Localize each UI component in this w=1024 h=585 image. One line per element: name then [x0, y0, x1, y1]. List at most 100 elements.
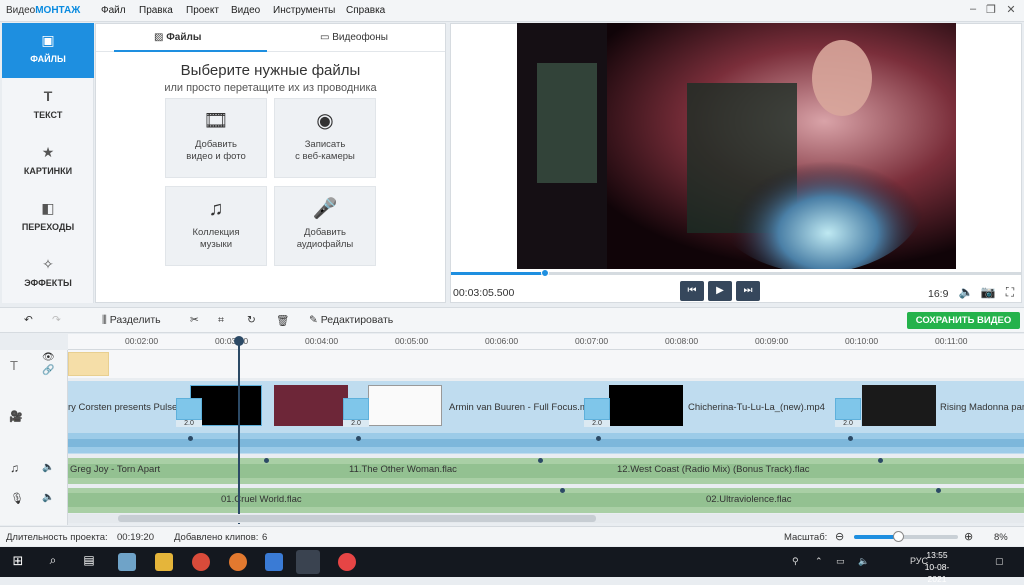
voice-volume-icon[interactable]: 🔈	[42, 492, 54, 503]
fullscreen-icon[interactable]: ⛶	[1002, 285, 1018, 299]
menu-help[interactable]: Справка	[346, 5, 385, 16]
zoom-app-icon[interactable]	[265, 553, 283, 571]
text-clip[interactable]	[68, 352, 109, 376]
zoom-slider-handle[interactable]	[893, 531, 904, 542]
transition-block[interactable]	[835, 398, 861, 420]
sidebar-item-effects[interactable]: ✧ ЭФФЕКТЫ	[2, 247, 94, 302]
video-preview[interactable]	[517, 23, 956, 269]
menu-file[interactable]: Файл	[101, 5, 126, 16]
volume-keyframe[interactable]	[538, 458, 543, 463]
people-icon[interactable]: ⚲	[792, 556, 799, 567]
zoom-out-icon[interactable]: ⊖	[835, 530, 844, 543]
crop-icon[interactable]: ⌗	[218, 314, 224, 327]
maximize-icon[interactable]: ❐	[980, 3, 1002, 19]
link-icon[interactable]: 🔗	[42, 365, 54, 376]
transition-block[interactable]	[176, 398, 202, 420]
next-frame-button[interactable]: ⏭	[736, 281, 760, 301]
record-webcam-button[interactable]: ◉ Записать с веб-камеры	[274, 98, 376, 178]
rotate-icon[interactable]: ↻	[247, 314, 256, 326]
video-audio-waveform	[68, 433, 1024, 453]
windows-start-icon[interactable]: ⊞	[9, 553, 27, 571]
audio-clip-label: 12.West Coast (Radio Mix) (Bonus Track).…	[617, 464, 810, 475]
files-tabs: ▨ Файлы ▭ Видеофоны	[96, 24, 445, 52]
text-track[interactable]	[68, 350, 1024, 378]
videomontazh-icon[interactable]	[296, 550, 320, 574]
volume-keyframe[interactable]	[560, 488, 565, 493]
close-icon[interactable]: ✕	[1000, 3, 1022, 19]
files-subtitle: или просто перетащите их из проводника	[164, 82, 377, 94]
volume-keyframe[interactable]	[356, 436, 361, 441]
sidebar-item-images[interactable]: ★ КАРТИНКИ	[2, 135, 94, 190]
menu-edit[interactable]: Правка	[139, 5, 173, 16]
volume-keyframe[interactable]	[596, 436, 601, 441]
volume-keyframe[interactable]	[936, 488, 941, 493]
voice-track[interactable]	[68, 488, 1024, 513]
video-clip-thumbnail[interactable]	[862, 385, 936, 426]
volume-keyframe[interactable]	[264, 458, 269, 463]
aspect-ratio-selector[interactable]: 16:9	[928, 288, 948, 300]
scale-value: 8%	[994, 532, 1008, 543]
chrome-icon[interactable]	[192, 553, 210, 571]
film-reel-icon: 🎞	[203, 110, 229, 132]
menu-video[interactable]: Видео	[231, 5, 260, 16]
ruler-tick: 00:09:00	[755, 336, 789, 346]
network-icon[interactable]: ▭	[836, 556, 845, 567]
menu-project[interactable]: Проект	[186, 5, 219, 16]
transition-block[interactable]	[343, 398, 369, 420]
video-clip-label: ry Corsten presents Pulse	[68, 402, 178, 413]
redo-icon[interactable]: ↷	[52, 314, 61, 326]
timeline-scroll-thumb[interactable]	[118, 515, 596, 522]
recorder-icon[interactable]	[338, 553, 356, 571]
sidebar-item-text[interactable]: T ТЕКСТ	[2, 79, 94, 134]
video-clip-thumbnail[interactable]	[274, 385, 348, 426]
text-track-icon: T	[10, 358, 18, 373]
playhead[interactable]	[238, 339, 240, 524]
volume-keyframe[interactable]	[848, 436, 853, 441]
eye-icon[interactable]: 👁	[42, 352, 55, 363]
zoom-in-icon[interactable]: ⊕	[964, 530, 973, 543]
music-volume-icon[interactable]: 🔈	[42, 462, 54, 473]
ruler-tick: 00:10:00	[845, 336, 879, 346]
active-tab-indicator	[114, 50, 267, 52]
search-icon[interactable]: ⌕	[44, 553, 62, 571]
speaker-icon[interactable]: 🔈	[858, 556, 869, 567]
volume-keyframe[interactable]	[188, 436, 193, 441]
clock[interactable]: 13:55 10-08-2021	[917, 549, 957, 585]
app-icon[interactable]	[118, 553, 136, 571]
menu-tools[interactable]: Инструменты	[273, 5, 335, 16]
volume-icon[interactable]: 🔈	[958, 285, 974, 299]
video-clip-thumbnail[interactable]	[368, 385, 442, 426]
scissors-icon[interactable]: ✂	[190, 314, 199, 326]
ruler-tick: 00:11:00	[935, 336, 968, 346]
add-audio-button[interactable]: 🎤 Добавить аудиофайлы	[274, 186, 376, 266]
task-view-icon[interactable]: ▤	[80, 553, 98, 571]
tab-video-backgrounds[interactable]: ▭ Видеофоны	[320, 32, 388, 43]
file-explorer-icon[interactable]	[155, 553, 173, 571]
undo-icon[interactable]: ↶	[24, 314, 33, 326]
music-track-icon: ♫	[10, 461, 19, 475]
prev-frame-button[interactable]: ⏮	[680, 281, 704, 301]
timeline-ruler[interactable]: 00:02:00 00:03:00 00:04:00 00:05:00 00:0…	[68, 334, 1024, 350]
notifications-icon[interactable]: ▢	[995, 556, 1004, 567]
play-button[interactable]: ▶	[708, 281, 732, 301]
firefox-icon[interactable]	[229, 553, 247, 571]
add-video-photo-button[interactable]: 🎞 Добавить видео и фото	[165, 98, 267, 178]
snapshot-icon[interactable]: 📷	[980, 285, 996, 299]
split-icon: ⫼	[102, 314, 110, 326]
playhead-handle[interactable]	[234, 336, 244, 346]
edit-button[interactable]: ✎ Редактировать	[309, 314, 393, 326]
tray-up-icon[interactable]: ⌃	[815, 556, 823, 567]
playback-progress[interactable]	[451, 269, 1022, 277]
tab-files[interactable]: ▨ Файлы	[154, 32, 201, 43]
volume-keyframe[interactable]	[878, 458, 883, 463]
sidebar-item-files[interactable]: ▣ ФАЙЛЫ	[2, 23, 94, 78]
trash-icon[interactable]: 🗑	[276, 314, 289, 327]
video-clip-thumbnail[interactable]	[609, 385, 683, 426]
transition-duration: 2.0	[343, 420, 369, 427]
save-video-button[interactable]: СОХРАНИТЬ ВИДЕО	[907, 312, 1020, 329]
sidebar-item-transitions[interactable]: ◧ ПЕРЕХОДЫ	[2, 191, 94, 246]
split-button[interactable]: ⫼ Разделить	[102, 314, 161, 327]
transition-block[interactable]	[584, 398, 610, 420]
music-collection-button[interactable]: ♫ Коллекция музыки	[165, 186, 267, 266]
ruler-tick: 00:04:00	[305, 336, 339, 346]
